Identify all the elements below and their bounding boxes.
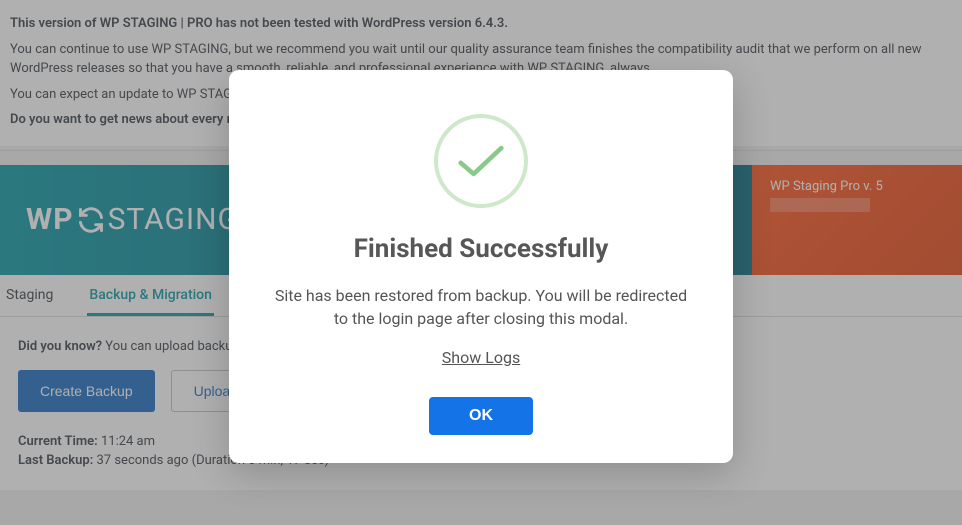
check-icon <box>434 114 528 208</box>
modal-body: Site has been restored from backup. You … <box>269 284 693 330</box>
show-logs-link[interactable]: Show Logs <box>442 348 520 367</box>
modal-title: Finished Successfully <box>269 234 693 264</box>
modal-overlay: Finished Successfully Site has been rest… <box>0 0 962 525</box>
success-modal: Finished Successfully Site has been rest… <box>229 70 733 463</box>
ok-button[interactable]: OK <box>429 397 533 435</box>
